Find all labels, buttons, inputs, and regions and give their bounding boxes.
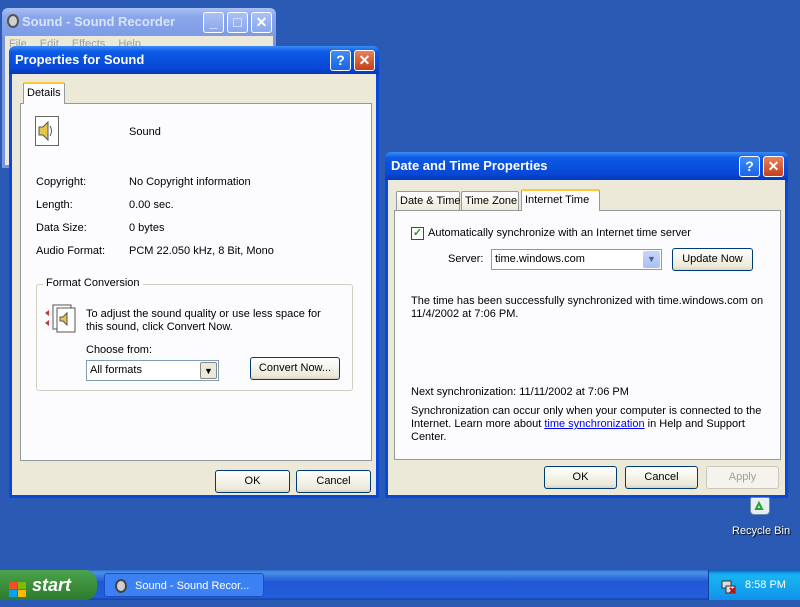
format-select[interactable]: All formats ▼ [86, 360, 219, 381]
datetime-title: Date and Time Properties [391, 158, 548, 173]
sync-note: Synchronization can occur only when your… [411, 405, 771, 444]
audio-format-label: Audio Format: [36, 245, 106, 257]
taskbar-item-label: Sound - Sound Recor... [135, 580, 250, 592]
close-button[interactable]: ✕ [354, 50, 375, 71]
taskbar-item-sound-recorder[interactable]: Sound - Sound Recor... [104, 573, 264, 597]
internet-time-pane: ✓ Automatically synchronize with an Inte… [394, 210, 781, 460]
taskbar: start Sound - Sound Recor... 8:58 PM [0, 570, 800, 600]
system-tray: 8:58 PM [708, 570, 800, 600]
auto-sync-label[interactable]: Automatically synchronize with an Intern… [428, 227, 691, 239]
start-button[interactable]: start [0, 570, 97, 600]
choose-from-label: Choose from: [86, 344, 153, 356]
chevron-down-icon[interactable]: ▼ [200, 362, 217, 379]
tab-time-zone[interactable]: Time Zone [461, 191, 519, 211]
sound-recorder-titlebar[interactable]: Sound - Sound Recorder _ □ ✕ [2, 8, 276, 36]
length-value: 0.00 sec. [129, 199, 174, 211]
tab-internet-time-label: Internet Time [525, 194, 590, 206]
tab-date-time-label: Date & Time [400, 195, 461, 207]
data-size-label: Data Size: [36, 222, 87, 234]
recycle-bin-icon [750, 497, 770, 515]
details-pane: Sound Copyright: No Copyright informatio… [20, 103, 372, 461]
tab-details[interactable]: Details [23, 82, 65, 104]
audio-format-value: PCM 22.050 kHz, 8 Bit, Mono [129, 245, 274, 257]
date-time-properties-dialog[interactable]: Date and Time Properties ? ✕ Date & Time… [385, 152, 788, 498]
server-label: Server: [448, 253, 484, 265]
microphone-icon [115, 579, 127, 593]
server-value: time.windows.com [495, 253, 585, 265]
tab-time-zone-label: Time Zone [465, 195, 518, 207]
apply-button[interactable]: Apply [706, 466, 779, 489]
server-combo[interactable]: time.windows.com ▼ [491, 249, 662, 270]
sound-name: Sound [129, 126, 161, 138]
recycle-bin[interactable]: Recycle Bin [728, 497, 792, 541]
update-now-button[interactable]: Update Now [672, 248, 753, 271]
copyright-label: Copyright: [36, 176, 87, 188]
close-button[interactable]: ✕ [251, 12, 272, 33]
next-sync-text: Next synchronization: 11/11/2002 at 7:06… [411, 386, 629, 398]
sound-recorder-title: Sound - Sound Recorder [22, 14, 176, 29]
properties-for-sound-dialog[interactable]: Properties for Sound ? ✕ Details Sound C… [9, 46, 379, 498]
windows-logo-icon [9, 577, 27, 597]
recycle-bin-label: Recycle Bin [732, 525, 791, 537]
tab-internet-time[interactable]: Internet Time [521, 189, 600, 211]
tab-date-time[interactable]: Date & Time [396, 191, 461, 211]
ok-button[interactable]: OK [215, 470, 290, 493]
format-select-value: All formats [90, 364, 142, 376]
sync-status-message: The time has been successfully synchroni… [411, 295, 764, 320]
format-conversion-legend: Format Conversion [43, 277, 143, 289]
start-label: start [32, 575, 72, 595]
chevron-down-icon[interactable]: ▼ [643, 251, 660, 268]
data-size-value: 0 bytes [129, 222, 165, 234]
network-icon[interactable] [721, 577, 737, 594]
help-button[interactable]: ? [330, 50, 351, 71]
sound-file-icon [35, 116, 59, 146]
close-button[interactable]: ✕ [763, 156, 784, 177]
copyright-value: No Copyright information [129, 176, 251, 188]
ok-button[interactable]: OK [544, 466, 617, 489]
format-conversion-group: Format Conversion To adjust the sound qu… [36, 277, 353, 391]
minimize-button[interactable]: _ [203, 12, 224, 33]
maximize-button[interactable]: □ [227, 12, 248, 33]
time-sync-link[interactable]: time synchronization [544, 418, 644, 430]
datetime-titlebar[interactable]: Date and Time Properties ? ✕ [385, 152, 788, 180]
format-description: To adjust the sound quality or use less … [86, 308, 321, 333]
length-label: Length: [36, 199, 73, 211]
tab-details-label: Details [27, 87, 61, 99]
cancel-button[interactable]: Cancel [296, 470, 371, 493]
help-button[interactable]: ? [739, 156, 760, 177]
props-titlebar[interactable]: Properties for Sound ? ✕ [9, 46, 379, 74]
cancel-button[interactable]: Cancel [625, 466, 698, 489]
clock[interactable]: 8:58 PM [745, 570, 786, 600]
microphone-icon [7, 14, 19, 28]
convert-now-button[interactable]: Convert Now... [250, 357, 340, 380]
convert-icon [43, 303, 79, 333]
props-title: Properties for Sound [15, 52, 145, 67]
auto-sync-checkbox[interactable]: ✓ [411, 227, 424, 240]
desktop: { "sound_recorder": { "title": "Sound - … [0, 0, 800, 600]
